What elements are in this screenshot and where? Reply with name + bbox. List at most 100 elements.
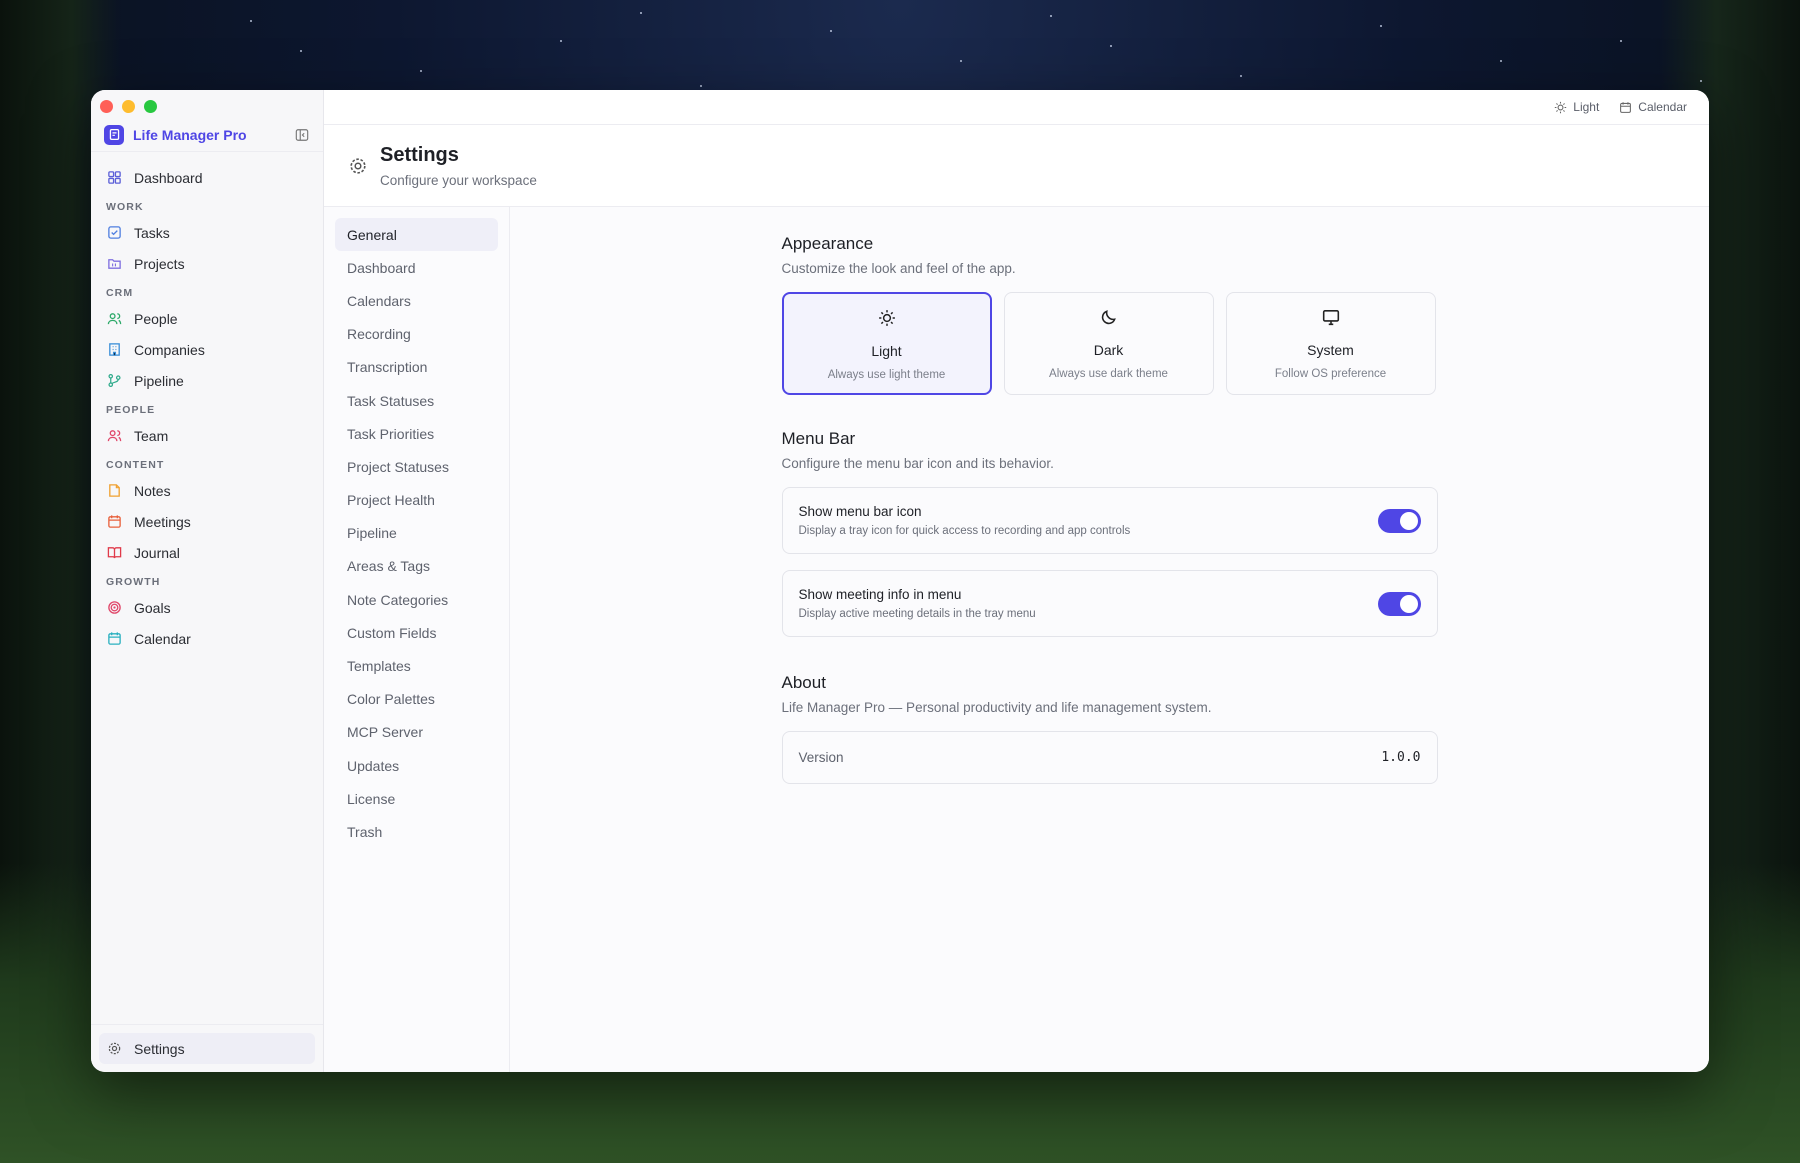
settings-nav-task-priorities[interactable]: Task Priorities xyxy=(335,417,498,450)
settings-nav-pipeline[interactable]: Pipeline xyxy=(335,517,498,550)
settings-nav-recording[interactable]: Recording xyxy=(335,318,498,351)
toggle-title: Show meeting info in menu xyxy=(798,587,962,602)
sidebar-item-dashboard[interactable]: Dashboard xyxy=(99,162,315,193)
settings-nav-trash[interactable]: Trash xyxy=(335,815,498,848)
calendar-button[interactable]: Calendar xyxy=(1619,100,1687,114)
toggle-desc: Display a tray icon for quick access to … xyxy=(798,525,1131,537)
settings-nav-calendars[interactable]: Calendars xyxy=(335,284,498,317)
star xyxy=(960,60,962,62)
star xyxy=(250,20,252,22)
settings-nav-note-categories[interactable]: Note Categories xyxy=(335,583,498,616)
sidebar-section-people: PEOPLE xyxy=(106,404,156,416)
sidebar-item-projects[interactable]: Projects xyxy=(99,248,315,279)
settings-gear-icon xyxy=(350,157,366,174)
theme-option-light[interactable]: Light Always use light theme xyxy=(781,292,992,395)
close-window-button[interactable] xyxy=(100,100,113,113)
file-icon xyxy=(106,483,122,499)
git-branch-icon xyxy=(106,373,122,389)
settings-nav: General Dashboard Calendars Recording Transc… xyxy=(324,207,510,1072)
settings-nav-project-statuses[interactable]: Project Statuses xyxy=(335,450,498,483)
sidebar-item-calendar[interactable]: Calendar xyxy=(99,623,315,654)
sidebar-item-label: Calendar xyxy=(134,630,191,647)
settings-nav-task-statuses[interactable]: Task Statuses xyxy=(335,384,498,417)
sidebar: Life Manager Pro Dashboard WORK Tasks Proj… xyxy=(91,90,324,1072)
window-controls xyxy=(91,90,323,116)
settings-body: General Dashboard Calendars Recording Transc… xyxy=(324,207,1709,1072)
app-name: Life Manager Pro xyxy=(133,126,247,143)
sidebar-item-settings[interactable]: Settings xyxy=(99,1033,315,1064)
theme-option-dark[interactable]: Dark Always use dark theme xyxy=(1003,292,1214,395)
calendar-icon xyxy=(1620,101,1632,113)
sidebar-item-notes[interactable]: Notes xyxy=(99,475,315,506)
settings-nav-templates[interactable]: Templates xyxy=(335,649,498,682)
version-value: 1.0.0 xyxy=(1381,750,1421,765)
main-area: Light Calendar Settings Configure your w… xyxy=(324,90,1709,1072)
toggle-switch[interactable] xyxy=(1377,508,1421,533)
sidebar-item-label: Dashboard xyxy=(134,169,203,186)
star xyxy=(1620,40,1622,42)
theme-option-system[interactable]: System Follow OS preference xyxy=(1225,292,1436,395)
settings-nav-general[interactable]: General xyxy=(335,218,498,252)
page-header: Settings Configure your workspace xyxy=(324,125,1709,207)
sidebar-section-content: CONTENT xyxy=(106,459,165,471)
zoom-window-button[interactable] xyxy=(144,100,157,113)
sun-icon xyxy=(1555,101,1567,113)
menubar-desc: Configure the menu bar icon and its beha… xyxy=(781,456,1054,471)
folder-icon xyxy=(106,256,122,272)
sidebar-footer: Settings xyxy=(91,1024,323,1072)
settings-nav-dashboard[interactable]: Dashboard xyxy=(335,251,498,284)
sidebar-item-label: Projects xyxy=(134,255,185,272)
gear-icon xyxy=(106,1041,122,1057)
sidebar-section-growth: GROWTH xyxy=(106,576,161,588)
settings-nav-transcription[interactable]: Transcription xyxy=(335,351,498,384)
settings-nav-custom-fields[interactable]: Custom Fields xyxy=(335,616,498,649)
users-icon xyxy=(106,428,122,444)
settings-nav-mcp-server[interactable]: MCP Server xyxy=(335,716,498,749)
star xyxy=(1500,60,1502,62)
calendar-icon xyxy=(106,631,122,647)
star xyxy=(1050,15,1052,17)
sidebar-item-team[interactable]: Team xyxy=(99,420,315,451)
theme-option-desc: Always use dark theme xyxy=(1049,368,1168,380)
sidebar-item-label: Journal xyxy=(134,544,180,561)
settings-nav-areas-tags[interactable]: Areas & Tags xyxy=(335,550,498,583)
about-desc: Life Manager Pro — Personal productivity… xyxy=(781,700,1212,715)
settings-nav-updates[interactable]: Updates xyxy=(335,749,498,782)
star xyxy=(700,85,702,87)
grid-icon xyxy=(106,170,122,186)
sidebar-item-people[interactable]: People xyxy=(99,303,315,334)
star xyxy=(1380,25,1382,27)
settings-nav-color-palettes[interactable]: Color Palettes xyxy=(335,683,498,716)
sidebar-nav: Dashboard WORK Tasks Projects CRM People Comp… xyxy=(91,152,323,654)
building-icon xyxy=(106,342,122,358)
appearance-desc: Customize the look and feel of the app. xyxy=(781,261,1016,276)
book-icon xyxy=(106,545,122,561)
version-card: Version 1.0.0 xyxy=(781,731,1438,784)
checkbox-icon xyxy=(106,225,122,241)
toggle-switch[interactable] xyxy=(1377,591,1421,616)
sidebar-collapse-icon[interactable] xyxy=(294,127,310,143)
sidebar-section-crm: CRM xyxy=(106,287,134,299)
settings-nav-license[interactable]: License xyxy=(335,782,498,815)
star xyxy=(1110,45,1112,47)
app-logo-icon xyxy=(104,124,124,145)
star xyxy=(420,70,422,72)
sidebar-item-pipeline[interactable]: Pipeline xyxy=(99,365,315,396)
toggle-row: Show meeting info in menu Display active … xyxy=(781,570,1438,637)
sidebar-item-label: Pipeline xyxy=(134,372,184,389)
sidebar-item-companies[interactable]: Companies xyxy=(99,334,315,365)
star xyxy=(830,30,832,32)
toggle-knob xyxy=(1399,511,1418,530)
sidebar-item-tasks[interactable]: Tasks xyxy=(99,217,315,248)
sidebar-item-label: Tasks xyxy=(134,224,170,241)
minimize-window-button[interactable] xyxy=(122,100,135,113)
toggle-title: Show menu bar icon xyxy=(798,504,922,519)
sidebar-item-journal[interactable]: Journal xyxy=(99,537,315,568)
sidebar-item-meetings[interactable]: Meetings xyxy=(99,506,315,537)
sidebar-item-label: Meetings xyxy=(134,513,191,530)
sidebar-item-goals[interactable]: Goals xyxy=(99,592,315,623)
version-label: Version xyxy=(798,750,844,765)
theme-toggle-button[interactable]: Light xyxy=(1554,100,1599,114)
calendar-icon xyxy=(106,514,122,530)
settings-nav-project-health[interactable]: Project Health xyxy=(335,484,498,517)
